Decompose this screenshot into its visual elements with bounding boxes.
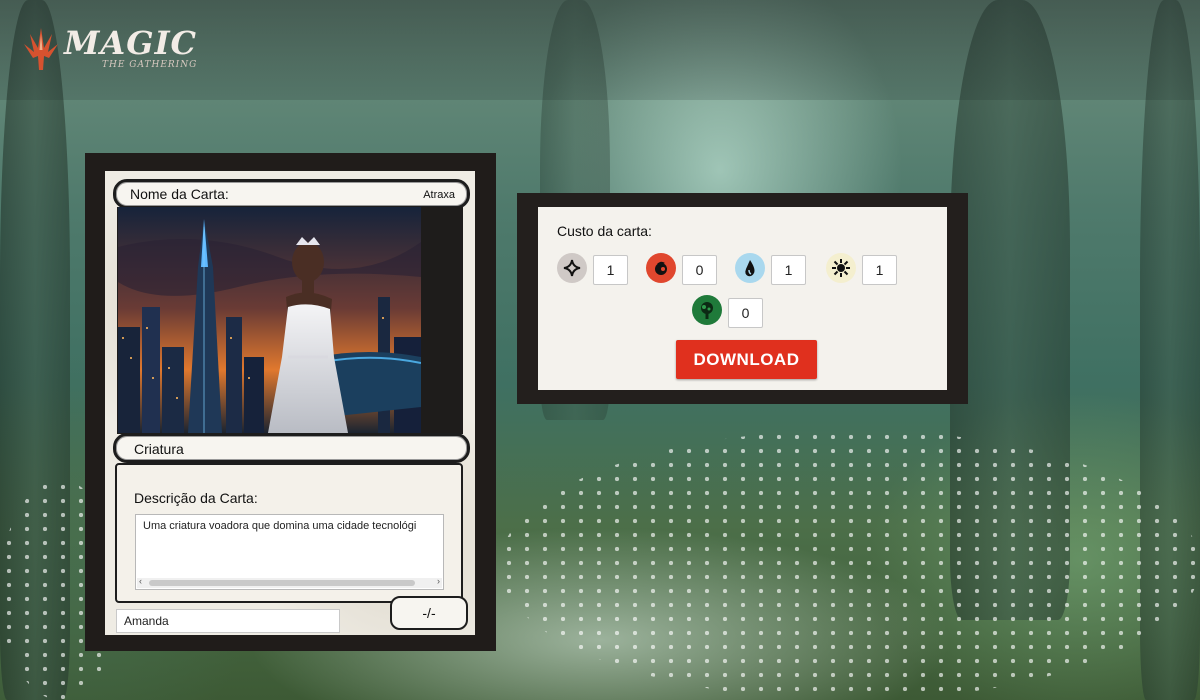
- download-button[interactable]: DOWNLOAD: [676, 340, 817, 379]
- blue-mana-icon: [735, 253, 765, 283]
- blue-mana-input[interactable]: 1: [771, 255, 806, 285]
- cost-panel: Custo da carta: 1 0 1 1 0 DOWNLOAD: [538, 207, 947, 390]
- power-toughness-box[interactable]: -/-: [390, 596, 468, 630]
- card-description-textarea[interactable]: Uma criatura voadora que domina uma cida…: [135, 514, 444, 590]
- card-name-label: Nome da Carta:: [130, 186, 229, 202]
- red-mana-input[interactable]: 0: [682, 255, 717, 285]
- red-mana-icon: [646, 253, 676, 283]
- magic-logo[interactable]: MAGIC THE GATHERING: [22, 26, 197, 72]
- card-description-label: Descrição da Carta:: [134, 490, 258, 506]
- card-type-label: Criatura: [134, 441, 184, 457]
- card-name-bar[interactable]: Nome da Carta: Atraxa: [113, 179, 470, 209]
- scrollbar-thumb[interactable]: [149, 580, 415, 586]
- card-type-bar[interactable]: Criatura: [113, 433, 470, 463]
- card-description-box: Descrição da Carta: Uma criatura voadora…: [115, 463, 463, 603]
- white-mana-input[interactable]: 1: [862, 255, 897, 285]
- card-name-value[interactable]: Atraxa: [423, 189, 455, 201]
- white-mana-icon: [826, 253, 856, 283]
- colorless-mana-icon: [557, 253, 587, 283]
- planeswalker-logo-icon: [22, 26, 60, 72]
- cost-title: Custo da carta:: [557, 223, 652, 239]
- card-author-input[interactable]: Amanda: [116, 609, 340, 633]
- green-mana-icon: [692, 295, 722, 325]
- card-description-text: Uma criatura voadora que domina uma cida…: [143, 520, 417, 532]
- background-flowers: [500, 430, 1200, 700]
- colorless-mana-input[interactable]: 1: [593, 255, 628, 285]
- top-bar: MAGIC THE GATHERING: [0, 0, 1200, 100]
- card-art-image[interactable]: [118, 207, 421, 433]
- green-mana-input[interactable]: 0: [728, 298, 763, 328]
- description-horizontal-scrollbar[interactable]: ‹ ›: [137, 576, 442, 588]
- logo-title: MAGIC: [64, 24, 198, 62]
- scroll-right-icon[interactable]: ›: [437, 576, 440, 586]
- scroll-left-icon[interactable]: ‹: [139, 576, 142, 586]
- logo-subtitle: THE GATHERING: [102, 60, 198, 70]
